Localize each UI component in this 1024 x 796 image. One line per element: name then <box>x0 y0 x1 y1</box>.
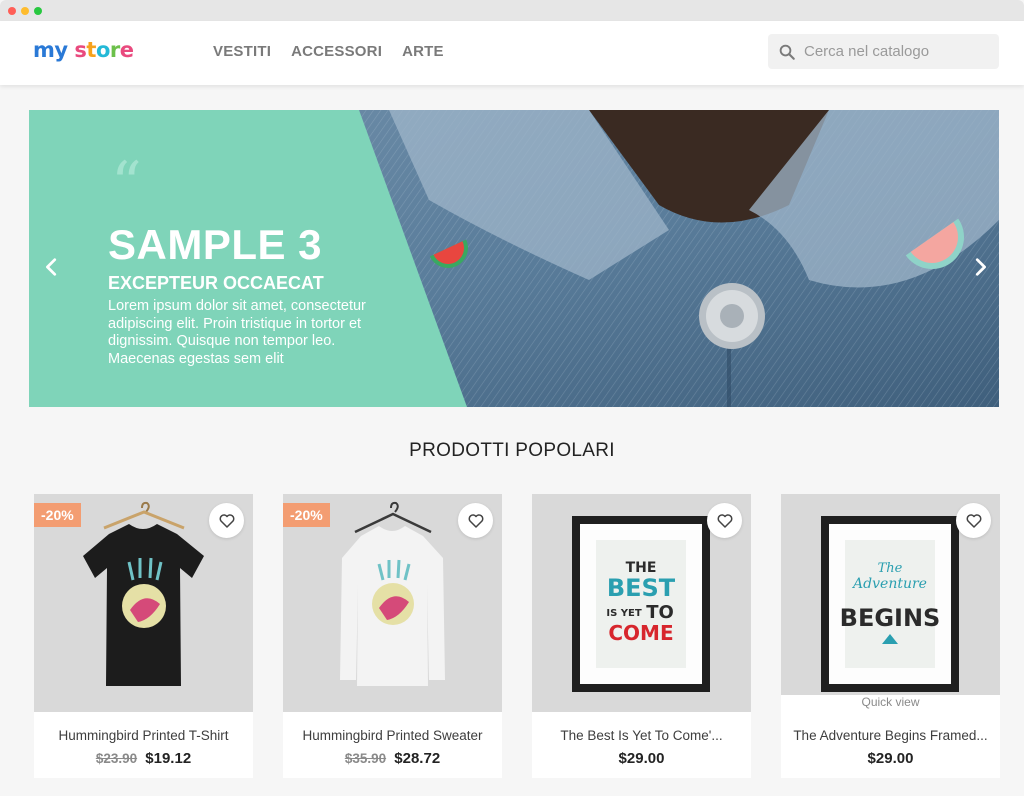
quick-view-button[interactable]: Quick view <box>781 695 1000 712</box>
site-header: my store VESTITI ACCESSORI ARTE <box>0 21 1024 85</box>
poster-text: Adventure <box>851 576 927 592</box>
heart-icon <box>966 513 981 528</box>
quote-mark: “ <box>111 149 142 219</box>
search-box[interactable] <box>768 34 999 69</box>
product-price: $23.90 $19.12 <box>34 750 253 767</box>
product-image[interactable]: THE BEST IS YET TO COME <box>532 494 751 712</box>
product-price: $29.00 <box>532 750 751 767</box>
hero-slider[interactable]: “ SAMPLE 3 EXCEPTEUR OCCAECAT Lorem ipsu… <box>29 110 999 407</box>
wishlist-button[interactable] <box>458 503 493 538</box>
price: $29.00 <box>867 750 914 767</box>
slide-title: SAMPLE 3 <box>108 221 323 268</box>
slide-description: Lorem ipsum dolor sit amet, consectetur … <box>108 298 366 367</box>
product-price: $29.00 <box>781 750 1000 767</box>
product-name[interactable]: Hummingbird Printed Sweater <box>283 728 502 743</box>
store-logo[interactable]: my store <box>33 38 134 62</box>
logo-word-my: my <box>33 38 68 62</box>
nav-item-vestiti[interactable]: VESTITI <box>213 43 271 60</box>
product-name[interactable]: Hummingbird Printed T-Shirt <box>34 728 253 743</box>
product-price: $35.90 $28.72 <box>283 750 502 767</box>
discount-badge: -20% <box>283 503 330 527</box>
search-icon <box>779 44 795 60</box>
wishlist-button[interactable] <box>209 503 244 538</box>
wishlist-button[interactable] <box>956 503 991 538</box>
regular-price: $23.90 <box>95 751 138 766</box>
product-card[interactable]: THE BEST IS YET TO COME The Best Is Yet … <box>532 494 751 778</box>
main-nav: VESTITI ACCESSORI ARTE <box>213 43 444 60</box>
discount-badge: -20% <box>34 503 81 527</box>
product-image[interactable]: -20% <box>34 494 253 712</box>
regular-price: $35.90 <box>344 751 387 766</box>
heart-icon <box>468 513 483 528</box>
product-card[interactable]: -20% Hummingbird Printed Sweater $35.90 … <box>283 494 502 778</box>
poster-text: COME <box>608 621 673 645</box>
quick-view-label: Quick view <box>861 695 920 709</box>
poster-text: IS YET <box>606 608 641 619</box>
slide-subtitle: EXCEPTEUR OCCAECAT <box>108 273 324 293</box>
price: $29.00 <box>618 750 665 767</box>
poster-text: BEST <box>607 574 676 602</box>
wishlist-button[interactable] <box>707 503 742 538</box>
product-image[interactable]: The Adventure BEGINS Quick view <box>781 494 1000 712</box>
product-image[interactable]: -20% <box>283 494 502 712</box>
search-input[interactable] <box>804 43 984 60</box>
poster-text: The <box>878 561 903 576</box>
poster-text: BEGINS <box>840 604 941 632</box>
sale-price: $19.12 <box>145 750 192 767</box>
maximize-window-icon[interactable] <box>34 7 42 15</box>
product-card[interactable]: The Adventure BEGINS Quick view The Adve… <box>781 494 1000 778</box>
browser-chrome <box>0 0 1024 21</box>
poster-text: TO <box>646 602 674 623</box>
logo-word-store: store <box>74 38 134 62</box>
section-title: PRODOTTI POPOLARI <box>409 440 615 461</box>
nav-item-accessori[interactable]: ACCESSORI <box>291 43 382 60</box>
chevron-right-icon[interactable] <box>969 256 991 278</box>
sale-price: $28.72 <box>394 750 441 767</box>
minimize-window-icon[interactable] <box>21 7 29 15</box>
product-name[interactable]: The Adventure Begins Framed... <box>781 728 1000 743</box>
heart-icon <box>717 513 732 528</box>
heart-icon <box>219 513 234 528</box>
chevron-left-icon[interactable] <box>41 256 63 278</box>
product-card[interactable]: -20% Hummingbird Printed T-Shirt $23.90 … <box>34 494 253 778</box>
close-window-icon[interactable] <box>8 7 16 15</box>
product-name[interactable]: The Best Is Yet To Come'... <box>532 728 751 743</box>
nav-item-arte[interactable]: ARTE <box>402 43 444 60</box>
